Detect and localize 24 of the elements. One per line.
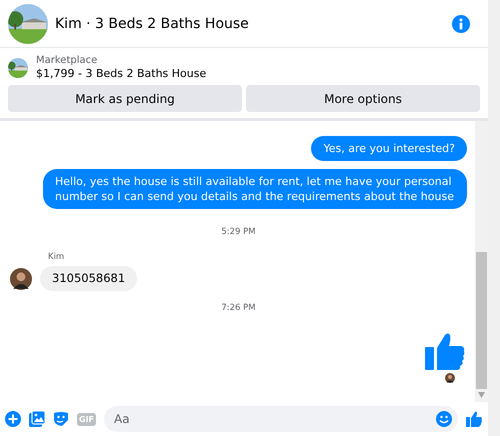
chat-title: Kim · 3 Beds 2 Baths House bbox=[55, 16, 250, 32]
emoji-icon[interactable] bbox=[436, 411, 452, 427]
scroll-down-icon[interactable] bbox=[478, 392, 485, 398]
message-bubble: Hello, yes the house is still available for rent, let me have your personal number so I can send you details and the requirements about the house bbox=[43, 169, 467, 209]
listing-source: Marketplace bbox=[36, 55, 98, 66]
action-button[interactable]: More options bbox=[246, 85, 480, 112]
timestamp: 7:26 PM bbox=[220, 303, 257, 313]
photo-icon[interactable] bbox=[29, 411, 45, 427]
timestamp: 5:29 PM bbox=[220, 227, 257, 237]
thumbs-up-icon bbox=[425, 332, 465, 370]
action-button[interactable]: Mark as pending bbox=[8, 85, 242, 112]
scrollbar[interactable] bbox=[475, 121, 488, 402]
info-icon[interactable] bbox=[452, 14, 470, 32]
message-field[interactable]: Aa bbox=[104, 406, 458, 432]
add-icon[interactable] bbox=[5, 411, 21, 427]
sticker-icon[interactable] bbox=[53, 411, 69, 427]
scrollbar-thumb[interactable] bbox=[476, 252, 487, 389]
avatar bbox=[10, 268, 32, 290]
thumbs-up-icon[interactable] bbox=[466, 411, 482, 427]
message-bubble: Yes, are you interested? bbox=[311, 136, 467, 161]
avatar bbox=[445, 373, 455, 383]
message-bubble: 3105058681 bbox=[40, 266, 138, 291]
listing-title: $1,799 - 3 Beds 2 Baths House bbox=[36, 67, 206, 80]
sender-name: Kim bbox=[48, 252, 66, 262]
